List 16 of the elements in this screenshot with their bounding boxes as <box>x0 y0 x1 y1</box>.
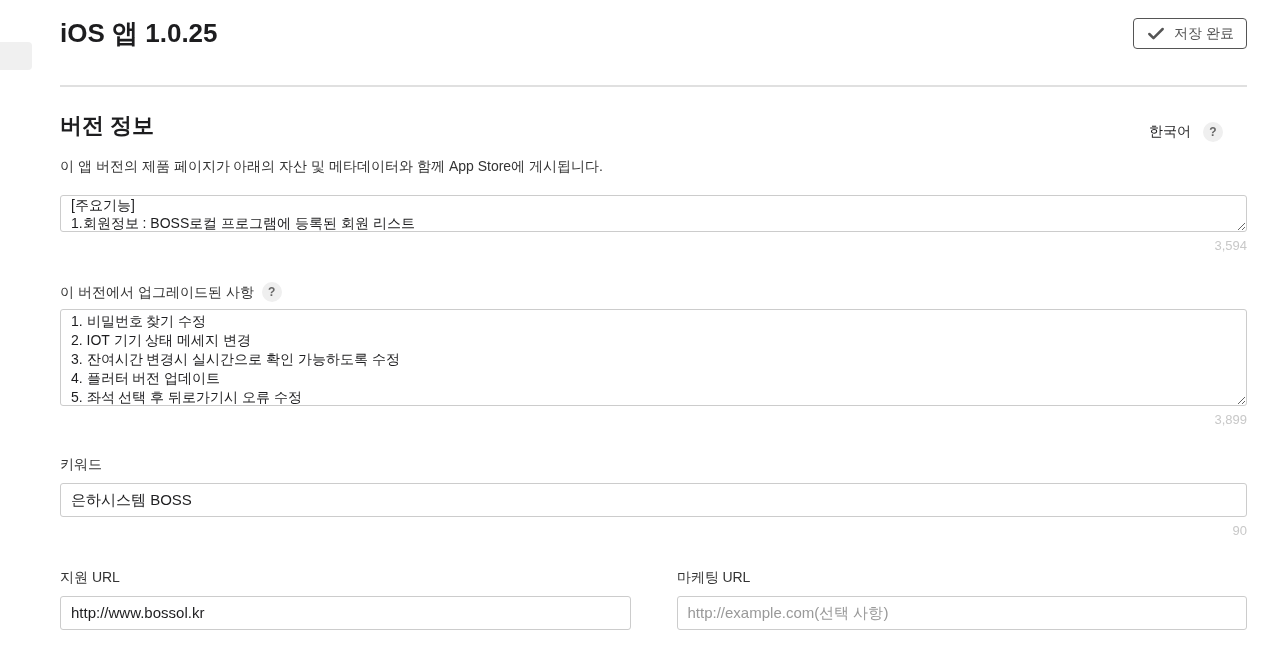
field-label: 지원 URL <box>60 567 120 587</box>
section-title: 버전 정보 <box>60 112 155 140</box>
field-label: 마케팅 URL <box>676 567 751 587</box>
page-title: iOS 앱 1.0.25 <box>60 17 218 50</box>
description-field[interactable]: [주요기능] 1.회원정보 : BOSS로컬 프로그램에 등록된 회원 리스트 <box>60 195 1247 232</box>
keywords-field[interactable]: 은하시스템 BOSS <box>60 483 1247 517</box>
save-button[interactable]: 저장 완료 <box>1133 18 1247 49</box>
support-url-field[interactable]: http://www.bossol.kr <box>60 595 631 630</box>
help-icon[interactable]: ? <box>1203 121 1223 142</box>
field-label: 이 버전에서 업그레이드된 사항 <box>60 282 254 302</box>
language-label[interactable]: 한국어 <box>1149 121 1191 142</box>
section-description: 이 앱 버전의 제품 페이지가 아래의 자산 및 메타데이터와 함께 App Store에 게시됩니다. <box>60 157 604 176</box>
marketing-url-field[interactable]: http://example.com(선택 사항) <box>676 595 1247 630</box>
help-icon[interactable]: ? <box>261 282 282 302</box>
field-label: 키워드 <box>60 455 102 474</box>
whats-new-field[interactable]: 1. 비밀번호 찾기 수정 2. IOT 기기 상태 메세지 변경 3. 잔여시간 변경시 실시간으로 확인 가능하도록 수정 4. 플러터 버전 업데이트 5. 좌석 선택 후 뒤로가기시 오류 수정 <box>60 308 1247 406</box>
